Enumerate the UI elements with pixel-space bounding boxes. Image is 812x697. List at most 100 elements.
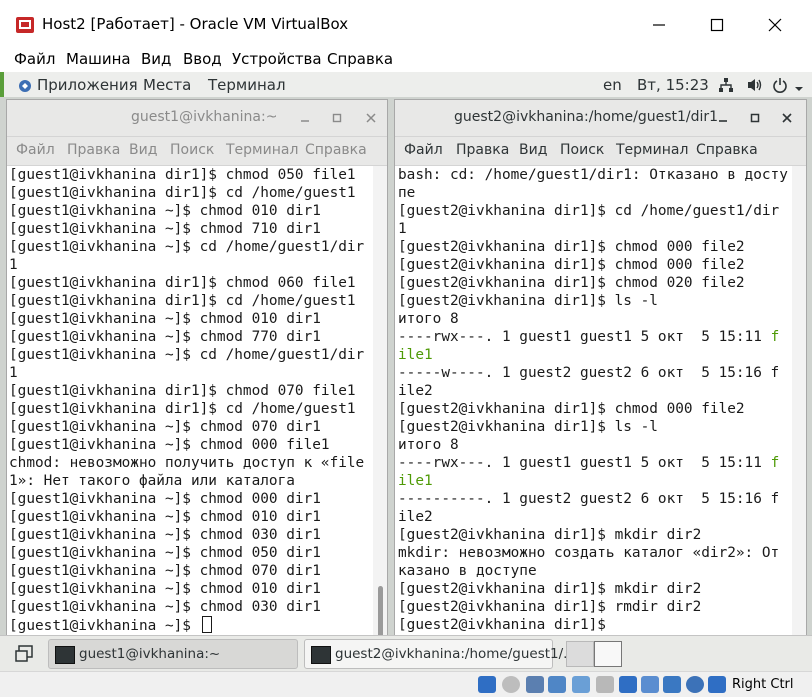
terminal-minimize-icon[interactable] (715, 110, 731, 126)
terminal-line: 1 (398, 220, 792, 238)
terminal-scrollbar[interactable] (373, 166, 387, 636)
terminal-line-text: [guest1@ivkhanina ~]$ chmod 070 dir1 (9, 419, 321, 435)
terminal-line-text: [guest2@ivkhanina dir1]$ ls -l (398, 293, 658, 309)
terminal-titlebar[interactable]: guest1@ivkhanina:~ (7, 100, 387, 137)
clock[interactable]: Вт, 15:23 (637, 76, 709, 94)
shared-folders-icon[interactable] (596, 676, 614, 693)
places-menu[interactable]: Места (143, 76, 191, 94)
terminal-line: [guest1@ivkhanina ~]$ chmod 010 dir1 (9, 580, 373, 598)
terminal-line-text: [guest1@ivkhanina ~]$ chmod 710 dir1 (9, 221, 321, 237)
network-adapter-icon[interactable] (548, 676, 566, 693)
terminal-line-text: [guest1@ivkhanina dir1]$ cd /home/guest1 (9, 401, 356, 417)
workspace-2[interactable] (594, 641, 622, 667)
terminal-line-text: [guest1@ivkhanina ~]$ chmod 010 dir1 (9, 311, 321, 327)
terminal-output[interactable]: [guest1@ivkhanina dir1]$ chmod 050 file1… (7, 166, 373, 636)
terminal-scrollbar[interactable] (792, 166, 806, 636)
host-menu-help[interactable]: Справка (327, 50, 393, 68)
host-titlebar: Host2 [Работает] - Oracle VM VirtualBox (0, 0, 812, 44)
virtualbox-app-icon (15, 15, 35, 35)
terminal-menu-edit[interactable]: Правка (67, 142, 120, 158)
terminal-close-icon[interactable] (363, 110, 379, 126)
host-menu-file[interactable]: Файл (14, 50, 55, 68)
terminal-line: [guest1@ivkhanina ~]$ chmod 070 dir1 (9, 562, 373, 580)
terminal-line: [guest1@ivkhanina ~]$ chmod 030 dir1 (9, 598, 373, 616)
terminal-line: ----rwx---. 1 guest1 guest1 5 окт 5 15:1… (398, 328, 792, 346)
keyboard-capture-icon[interactable] (708, 676, 726, 693)
usb-icon[interactable] (572, 676, 590, 693)
virtualization-icon[interactable] (663, 676, 681, 693)
terminal-line-text: [guest2@ivkhanina dir1]$ chmod 000 file2 (398, 401, 745, 417)
workspace-1[interactable] (566, 641, 594, 667)
terminal-menu-view[interactable]: Вид (129, 142, 157, 158)
terminal-line: ile2 (398, 382, 792, 400)
terminal-line: ile2 (398, 508, 792, 526)
terminal-line-text: [guest1@ivkhanina ~]$ chmod 010 dir1 (9, 509, 321, 525)
terminal-menu-search[interactable]: Поиск (170, 142, 214, 158)
close-button[interactable] (752, 10, 798, 40)
terminal-titlebar[interactable]: guest2@ivkhanina:/home/guest1/dir1 (395, 100, 806, 137)
terminal-window-guest2[interactable]: guest2@ivkhanina:/home/guest1/dir1 Файл … (394, 99, 807, 637)
terminal-line-text: [guest1@ivkhanina ~]$ chmod 030 dir1 (9, 527, 321, 543)
terminal-menu-search[interactable]: Поиск (560, 142, 604, 158)
terminal-menubar: Файл Правка Вид Поиск Терминал Справка (395, 137, 806, 166)
terminal-menu-file[interactable]: Файл (404, 142, 443, 158)
terminal-line: chmod: невозможно получить доступ к «fil… (9, 454, 373, 472)
taskbar-item-guest2[interactable]: guest2@ivkhanina:/home/guest1/... (304, 639, 576, 669)
terminal-minimize-icon[interactable] (297, 110, 313, 126)
network-icon[interactable] (718, 77, 734, 97)
terminal-menu[interactable]: Терминал (208, 76, 286, 94)
system-menu-arrow-icon[interactable] (794, 79, 804, 98)
applications-icon (18, 78, 32, 92)
scrollbar-thumb[interactable] (378, 586, 383, 636)
host-window-title: Host2 [Работает] - Oracle VM VirtualBox (42, 15, 349, 33)
terminal-line: казано в доступе (398, 562, 792, 580)
terminal-menu-view[interactable]: Вид (519, 142, 547, 158)
audio-icon[interactable] (526, 676, 544, 693)
host-statusbar: Right Ctrl (0, 671, 812, 697)
terminal-menu-help[interactable]: Справка (696, 142, 758, 158)
terminal-line: [guest2@ivkhanina dir1]$ chmod 000 file2 (398, 238, 792, 256)
terminal-line-text: [guest2@ivkhanina dir1]$ ls -l (398, 419, 658, 435)
terminal-line: [guest2@ivkhanina dir1]$ chmod 020 file2 (398, 274, 792, 292)
host-menu-view[interactable]: Вид (141, 50, 171, 68)
minimize-button[interactable] (636, 10, 682, 40)
terminal-line: [guest1@ivkhanina ~]$ chmod 710 dir1 (9, 220, 373, 238)
terminal-line: ile1 (398, 346, 792, 364)
volume-icon[interactable] (746, 77, 764, 97)
hard-disk-icon[interactable] (478, 676, 496, 693)
taskbar-item-label: guest1@ivkhanina:~ (79, 646, 221, 662)
terminal-line: [guest1@ivkhanina dir1]$ cd /home/guest1 (9, 400, 373, 418)
terminal-menu-terminal[interactable]: Терминал (226, 142, 298, 158)
terminal-maximize-icon[interactable] (329, 110, 345, 126)
display-icon[interactable] (619, 676, 637, 693)
terminal-output[interactable]: bash: cd: /home/guest1/dir1: Отказано в … (395, 166, 792, 636)
terminal-line: [guest1@ivkhanina ~]$ chmod 010 dir1 (9, 202, 373, 220)
terminal-menu-file[interactable]: Файл (16, 142, 55, 158)
host-menu-devices[interactable]: Устройства (232, 50, 322, 68)
maximize-button[interactable] (694, 10, 740, 40)
terminal-line: ile1 (398, 472, 792, 490)
taskbar-item-guest1[interactable]: guest1@ivkhanina:~ (48, 639, 298, 669)
host-menubar: Файл Машина Вид Ввод Устройства Справка (0, 44, 812, 72)
terminal-menu-help[interactable]: Справка (305, 142, 367, 158)
applications-menu[interactable]: Приложения (37, 76, 138, 94)
terminal-line-text: итого 8 (398, 437, 459, 453)
power-icon[interactable] (772, 77, 788, 97)
terminal-line: [guest1@ivkhanina ~]$ chmod 000 dir1 (9, 490, 373, 508)
recording-icon[interactable] (641, 676, 659, 693)
terminal-close-icon[interactable] (779, 110, 795, 126)
terminal-menu-edit[interactable]: Правка (456, 142, 509, 158)
host-menu-machine[interactable]: Машина (66, 50, 131, 68)
terminal-line-text: [guest1@ivkhanina ~]$ chmod 010 dir1 (9, 581, 321, 597)
optical-drive-icon[interactable] (502, 676, 520, 693)
show-desktop-icon[interactable] (14, 644, 34, 668)
terminal-line: [guest1@ivkhanina dir1]$ chmod 050 file1 (9, 166, 373, 184)
language-indicator[interactable]: en (603, 76, 622, 94)
guest-taskbar: guest1@ivkhanina:~ guest2@ivkhanina:/hom… (0, 635, 812, 672)
terminal-window-guest1[interactable]: guest1@ivkhanina:~ Файл Правка Вид Поиск… (6, 99, 388, 637)
host-menu-input[interactable]: Ввод (183, 50, 222, 68)
terminal-line-text: [guest2@ivkhanina dir1]$ cd /home/guest1… (398, 203, 780, 219)
terminal-maximize-icon[interactable] (747, 110, 763, 126)
terminal-menu-terminal[interactable]: Терминал (616, 142, 688, 158)
mouse-integration-icon[interactable] (686, 676, 704, 693)
